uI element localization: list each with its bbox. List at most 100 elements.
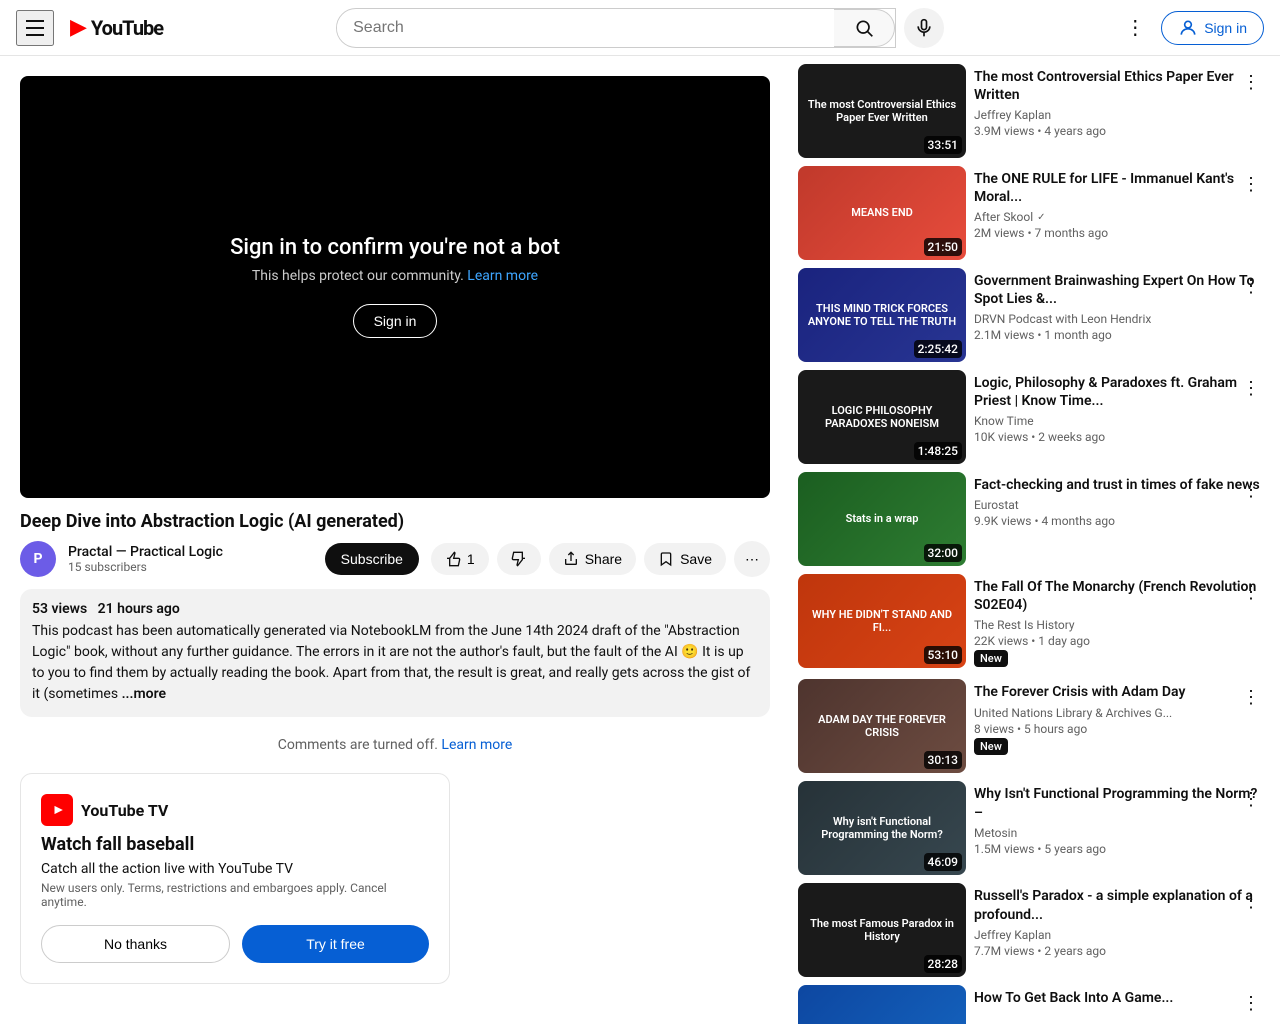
sidebar-item[interactable]: MEANS END21:50 The ONE RULE for LIFE - I… [798, 166, 1264, 260]
dislike-icon [511, 551, 527, 567]
channel-row: P Practal — Practical Logic 15 subscribe… [20, 541, 770, 577]
sidebar-item-more-button[interactable]: ⋮ [1238, 272, 1264, 301]
show-more-link[interactable]: ...more [122, 686, 166, 702]
sidebar-item[interactable]: The most Controversial Ethics Paper Ever… [798, 64, 1264, 158]
save-label: Save [680, 551, 712, 567]
sidebar-item[interactable]: LOGIC PHILOSOPHY PARADOXES NONEISM1:48:2… [798, 370, 1264, 464]
sidebar-item-more-button[interactable]: ⋮ [1238, 170, 1264, 199]
duration-badge: 32:00 [924, 544, 962, 562]
sidebar-item[interactable]: ADAM DAY THE FOREVER CRISIS30:13 The For… [798, 679, 1264, 773]
video-description-box: 53 views 21 hours ago This podcast has b… [20, 589, 770, 717]
sidebar-item-info: The Forever Crisis with Adam Day United … [974, 679, 1264, 773]
sidebar-item-more-button[interactable]: ⋮ [1238, 476, 1264, 505]
sidebar-item[interactable]: THIS MIND TRICK FORCES ANYONE TO TELL TH… [798, 268, 1264, 362]
search-button[interactable] [834, 9, 895, 47]
thumbnail: The most Famous Paradox in History28:28 [798, 883, 966, 977]
sidebar-item[interactable]: Stats in a wrap32:00 Fact-checking and t… [798, 472, 1264, 566]
action-buttons: 1 Share Save [431, 541, 770, 577]
youtube-tv-logo-icon [41, 794, 73, 826]
mic-button[interactable] [904, 8, 944, 48]
thumbnail: LOGIC PHILOSOPHY PARADOXES NONEISM1:48:2… [798, 370, 966, 464]
sidebar-item-channel: The Rest Is History [974, 618, 1264, 632]
sidebar-item[interactable]: WHY HE DIDN'T STAND AND FI...53:10 The F… [798, 574, 1264, 671]
sidebar-item[interactable]: Why isn't Functional Programming the Nor… [798, 781, 1264, 875]
thumbnail: The most Controversial Ethics Paper Ever… [798, 64, 966, 158]
sidebar-item-title: Russell's Paradox - a simple explanation… [974, 887, 1264, 923]
sidebar-item-more-button[interactable]: ⋮ [1238, 68, 1264, 97]
sidebar-item-more-button[interactable]: ⋮ [1238, 374, 1264, 403]
user-icon [1178, 18, 1198, 38]
sign-in-overlay-button[interactable]: Sign in [353, 304, 438, 338]
sidebar-item-channel: Jeffrey Kaplan [974, 108, 1264, 122]
sidebar-item-title: How To Get Back Into A Game... [974, 989, 1264, 1007]
sidebar-item-title: The ONE RULE for LIFE - Immanuel Kant's … [974, 170, 1264, 206]
sidebar-item-meta: 9.9K views • 4 months ago [974, 514, 1264, 528]
view-count: 53 views [32, 601, 87, 617]
share-button[interactable]: Share [549, 543, 636, 575]
save-button[interactable]: Save [644, 543, 726, 575]
search-icon [854, 18, 874, 38]
upload-date: 21 hours ago [98, 601, 180, 617]
sidebar: The most Controversial Ethics Paper Ever… [790, 56, 1280, 1024]
thumbnail: THIS MIND TRICK FORCES ANYONE TO TELL TH… [798, 268, 966, 362]
thumbnail [798, 985, 966, 1024]
sidebar-item-meta: 10K views • 2 weeks ago [974, 430, 1264, 444]
more-actions-button[interactable]: ⋯ [734, 541, 770, 577]
more-options-button[interactable]: ⋮ [1117, 7, 1153, 48]
channel-name: Practal — Practical Logic [68, 544, 313, 560]
sidebar-item-title: The most Controversial Ethics Paper Ever… [974, 68, 1264, 104]
duration-badge: 21:50 [924, 238, 962, 256]
channel-subs: 15 subscribers [68, 560, 313, 574]
sidebar-item-meta: 2.1M views • 1 month ago [974, 328, 1264, 342]
duration-badge: 30:13 [924, 751, 962, 769]
sidebar-item[interactable]: The most Famous Paradox in History28:28 … [798, 883, 1264, 977]
thumbnail: Stats in a wrap32:00 [798, 472, 966, 566]
like-count: 1 [467, 551, 475, 567]
try-free-button[interactable]: Try it free [242, 925, 429, 963]
comments-learn-more-link[interactable]: Learn more [441, 737, 512, 753]
video-title: Deep Dive into Abstraction Logic (AI gen… [20, 510, 770, 533]
subscribe-button[interactable]: Subscribe [325, 543, 419, 575]
youtube-logo[interactable]: ▶ YouTube [70, 15, 163, 40]
thumbnail: MEANS END21:50 [798, 166, 966, 260]
no-thanks-button[interactable]: No thanks [41, 925, 230, 963]
sidebar-item-info: How To Get Back Into A Game... [974, 985, 1264, 1024]
video-description: This podcast has been automatically gene… [32, 621, 758, 705]
sidebar-item-title: Government Brainwashing Expert On How To… [974, 272, 1264, 308]
sidebar-item-info: The Fall Of The Monarchy (French Revolut… [974, 574, 1264, 671]
verified-icon: ✓ [1037, 212, 1045, 223]
video-player[interactable]: Sign in to confirm you're not a bot This… [20, 76, 770, 498]
like-button[interactable]: 1 [431, 543, 489, 575]
search-bar [336, 8, 896, 48]
sidebar-item-title: The Fall Of The Monarchy (French Revolut… [974, 578, 1264, 614]
duration-badge: 33:51 [924, 136, 962, 154]
youtube-tv-terms: New users only. Terms, restrictions and … [41, 881, 429, 909]
sidebar-item-info: Government Brainwashing Expert On How To… [974, 268, 1264, 362]
thumbnail: Why isn't Functional Programming the Nor… [798, 781, 966, 875]
learn-more-link[interactable]: Learn more [467, 268, 538, 284]
duration-badge: 46:09 [924, 853, 962, 871]
sidebar-item-meta: 7.7M views • 2 years ago [974, 944, 1264, 958]
sign-in-prompt: Sign in to confirm you're not a bot [230, 235, 560, 260]
dislike-button[interactable] [497, 543, 541, 575]
sidebar-item-info: Fact-checking and trust in times of fake… [974, 472, 1264, 566]
sidebar-item-title: Logic, Philosophy & Paradoxes ft. Graham… [974, 374, 1264, 410]
sidebar-item[interactable]: How To Get Back Into A Game... ⋮ [798, 985, 1264, 1024]
sidebar-item-meta: 1.5M views • 5 years ago [974, 842, 1264, 856]
sign-in-button[interactable]: Sign in [1161, 11, 1264, 45]
menu-button[interactable] [16, 10, 54, 46]
youtube-tv-banner: YouTube TV Watch fall baseball Catch all… [20, 773, 450, 984]
thumbnail: ADAM DAY THE FOREVER CRISIS30:13 [798, 679, 966, 773]
youtube-tv-logo-text: YouTube TV [81, 801, 168, 820]
new-badge: New [974, 738, 1008, 755]
new-badge: New [974, 650, 1008, 667]
sidebar-item-info: Why Isn't Functional Programming the Nor… [974, 781, 1264, 875]
search-input[interactable] [337, 11, 834, 45]
video-area: Sign in to confirm you're not a bot This… [0, 56, 790, 1024]
youtube-tv-title: Watch fall baseball [41, 834, 429, 855]
mic-icon [914, 18, 934, 38]
duration-badge: 1:48:25 [914, 442, 962, 460]
share-icon [563, 551, 579, 567]
sidebar-item-more-button[interactable]: ⋮ [1238, 578, 1264, 607]
sidebar-item-channel: Jeffrey Kaplan [974, 928, 1264, 942]
